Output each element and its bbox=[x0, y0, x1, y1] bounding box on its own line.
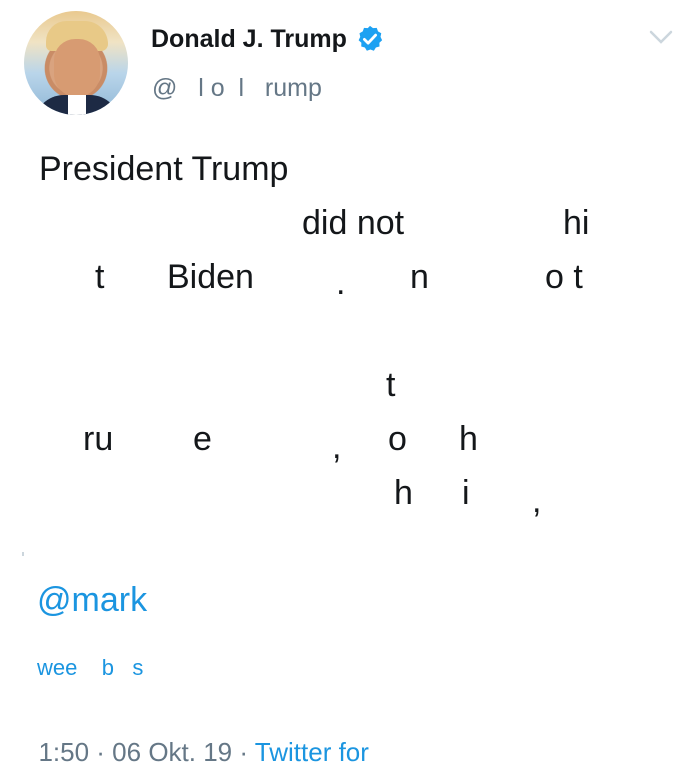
tweet-fragment: , bbox=[332, 428, 342, 466]
tweet-fragment: h bbox=[394, 474, 413, 512]
stray-mark bbox=[22, 552, 24, 556]
tweet-fragment: hi bbox=[563, 204, 590, 242]
tweet-fragment: h bbox=[459, 420, 478, 458]
tweet-fragment: o bbox=[388, 420, 407, 458]
tweet-fragment: , bbox=[532, 482, 542, 520]
tweet-date[interactable]: 06 Okt. 19 bbox=[112, 737, 232, 767]
separator-dot: · bbox=[89, 737, 113, 767]
tweet-fragment: did not bbox=[302, 204, 405, 242]
tweet-fragment: ru bbox=[83, 420, 114, 458]
tweet-line: President Trump bbox=[39, 150, 289, 188]
tweet-fragment: o t bbox=[545, 258, 583, 296]
mention-link[interactable]: @mark bbox=[37, 581, 147, 620]
tweet-meta: 1:50 · 06 Okt. 19 · Twitter for bbox=[24, 706, 369, 768]
tweet-fragment: n bbox=[410, 258, 429, 296]
tweet-fragment: Biden bbox=[167, 258, 254, 296]
tweet-fragment: e bbox=[193, 420, 212, 458]
footer-link[interactable]: wee b s bbox=[37, 655, 143, 681]
tweet-fragment: t bbox=[95, 258, 105, 296]
tweet-fragment: i bbox=[462, 474, 470, 512]
tweet-fragment: . bbox=[336, 264, 346, 302]
separator-dot: · bbox=[232, 737, 255, 767]
tweet-text: President Trump did not hi t Biden . n o… bbox=[0, 0, 700, 560]
tweet-fragment: t bbox=[386, 366, 396, 404]
tweet-time[interactable]: 1:50 bbox=[38, 737, 89, 767]
tweet-source-link[interactable]: Twitter for bbox=[255, 737, 369, 767]
